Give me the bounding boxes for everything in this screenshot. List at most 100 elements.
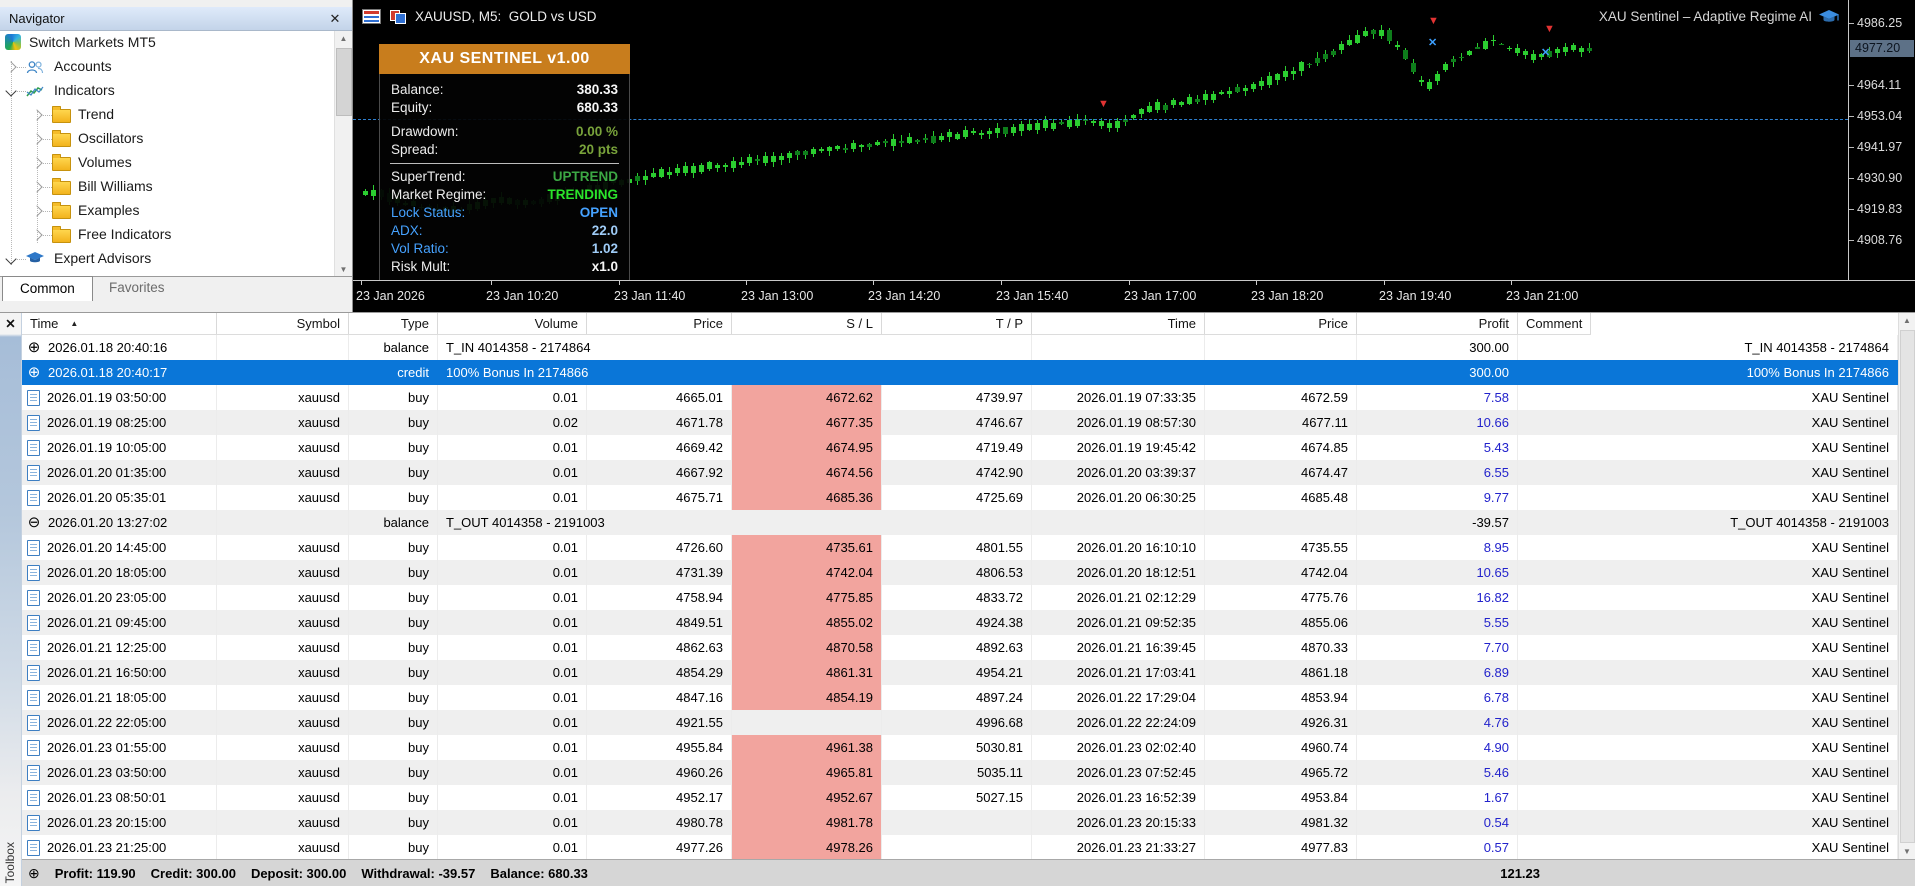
table-row[interactable]: 2026.01.23 08:50:01 xauusd buy 0.01 4952.17 4… — [22, 785, 1898, 810]
table-row[interactable]: 2026.01.19 03:50:00 xauusd buy 0.01 4665.01 4… — [22, 385, 1898, 410]
column-header-symbol[interactable]: Symbol — [217, 313, 349, 334]
column-header-price[interactable]: Price — [587, 313, 732, 334]
tree-item-trend[interactable]: Trend — [0, 103, 335, 127]
table-row[interactable]: ⊕ 2026.01.18 20:40:16 balance T_IN 4014358 … — [22, 335, 1898, 360]
cell-comment: 100% Bonus In 2174866 — [1746, 365, 1889, 380]
chevron-right-icon[interactable] — [5, 61, 17, 73]
column-header-comment[interactable]: Comment — [1518, 313, 1592, 334]
tree-item-indicators[interactable]: Indicators — [0, 79, 335, 103]
navigator-close-icon[interactable]: ✕ — [327, 11, 343, 27]
cell-volume: 0.01 — [438, 460, 587, 485]
scroll-up-icon[interactable]: ▲ — [1899, 313, 1915, 329]
cell-symbol: xauusd — [217, 710, 349, 735]
table-row[interactable]: 2026.01.23 01:55:00 xauusd buy 0.01 4955.84 4… — [22, 735, 1898, 760]
chevron-right-icon[interactable] — [31, 109, 43, 121]
time-tick-label: 23 Jan 11:40 — [614, 289, 686, 303]
column-header-time[interactable]: Time — [1032, 313, 1205, 334]
price-axis[interactable]: 4986.25 4964.11 4953.04 4941.97 4930.90 4919.… — [1848, 0, 1915, 281]
tree-item-switch-markets-mt5[interactable]: Switch Markets MT5 — [0, 31, 335, 55]
candle-body — [1067, 119, 1072, 128]
table-row[interactable]: 2026.01.19 10:05:00 xauusd buy 0.01 4669.42 4… — [22, 435, 1898, 460]
column-header-price[interactable]: Price — [1205, 313, 1357, 334]
table-row[interactable]: 2026.01.20 18:05:00 xauusd buy 0.01 4731.39 4… — [22, 560, 1898, 585]
table-row[interactable]: 2026.01.21 16:50:00 xauusd buy 0.01 4854.29 4… — [22, 660, 1898, 685]
table-row[interactable]: ⊖ 2026.01.20 13:27:02 balance T_OUT 4014358… — [22, 510, 1898, 535]
cell-profit: 0.54 — [1357, 810, 1518, 835]
navigator-tabs: Common Favorites — [0, 276, 352, 312]
cell-type: buy — [349, 760, 438, 785]
cell-type: buy — [349, 710, 438, 735]
cell-type: buy — [349, 485, 438, 510]
chevron-down-icon[interactable] — [5, 85, 17, 97]
candle-body — [819, 148, 824, 152]
candle-body — [1371, 29, 1376, 34]
table-row[interactable]: 2026.01.23 21:25:00 xauusd buy 0.01 4977.26 4… — [22, 835, 1898, 860]
chart-pane[interactable]: XAUUSD, M5: GOLD vs USD XAU Sentinel – A… — [353, 0, 1915, 312]
chevron-right-icon[interactable] — [31, 157, 43, 169]
table-row[interactable]: 2026.01.20 14:45:00 xauusd buy 0.01 4726.60 4… — [22, 535, 1898, 560]
panel-value: TRENDING — [547, 187, 619, 202]
column-header-s-l[interactable]: S / L — [732, 313, 882, 334]
scroll-down-icon[interactable]: ▼ — [335, 262, 352, 277]
candle-body — [859, 145, 864, 148]
cell-take-profit: 5027.15 — [882, 785, 1032, 810]
tree-item-examples[interactable]: Examples — [0, 199, 335, 223]
cell-symbol: xauusd — [217, 685, 349, 710]
cell-stop-loss: 4961.38 — [732, 735, 882, 760]
column-header-t-p[interactable]: T / P — [882, 313, 1032, 334]
cell-take-profit: 4742.90 — [882, 460, 1032, 485]
tree-item-free-indicators[interactable]: Free Indicators — [0, 223, 335, 247]
table-row[interactable]: 2026.01.21 18:05:00 xauusd buy 0.01 4847.16 4… — [22, 685, 1898, 710]
table-row[interactable]: 2026.01.21 09:45:00 xauusd buy 0.01 4849.51 4… — [22, 610, 1898, 635]
cell-open-price: 4952.17 — [587, 785, 732, 810]
tree-item-bill-williams[interactable]: Bill Williams — [0, 175, 335, 199]
time-tick-label: 23 Jan 13:00 — [741, 289, 814, 303]
tab-favorites[interactable]: Favorites — [92, 276, 182, 300]
column-header-profit[interactable]: Profit — [1357, 313, 1518, 334]
toolbox-vertical-tab[interactable]: Toolbox — [3, 842, 17, 883]
status-item-credit: Credit: 300.00 — [150, 865, 236, 881]
scrollbar-thumb[interactable] — [336, 48, 352, 116]
table-row[interactable]: 2026.01.20 05:35:01 xauusd buy 0.01 4675.71 4… — [22, 485, 1898, 510]
cell-time: ⊕ 2026.01.18 20:40:17 — [22, 360, 217, 385]
candle-body — [811, 148, 816, 155]
chevron-right-icon[interactable] — [31, 229, 43, 241]
candle-body — [971, 131, 976, 134]
tab-common[interactable]: Common — [2, 276, 93, 301]
scrollbar-thumb[interactable] — [1900, 330, 1915, 843]
tree-item-accounts[interactable]: Accounts — [0, 55, 335, 79]
time-axis[interactable]: 23 Jan 2026 23 Jan 10:20 23 Jan 11:40 23 Ja… — [353, 280, 1915, 312]
column-header-type[interactable]: Type — [349, 313, 438, 334]
table-row[interactable]: 2026.01.23 20:15:00 xauusd buy 0.01 4980.78 4… — [22, 810, 1898, 835]
table-row[interactable]: 2026.01.22 22:05:00 xauusd buy 0.01 4921.55 4… — [22, 710, 1898, 735]
panel-row-adx-: ADX: 22.0 — [380, 222, 629, 240]
chevron-right-icon[interactable] — [31, 205, 43, 217]
panel-label: Market Regime: — [391, 187, 487, 202]
deal-document-icon — [27, 689, 40, 706]
cell-volume: 0.01 — [438, 810, 587, 835]
chevron-down-icon[interactable] — [5, 253, 17, 265]
cell-stop-loss: 4735.61 — [732, 535, 882, 560]
toolbox-close-icon[interactable]: ✕ — [0, 316, 21, 331]
scroll-up-icon[interactable]: ▲ — [335, 31, 352, 46]
column-header-volume[interactable]: Volume — [438, 313, 587, 334]
column-header-time[interactable]: Time ▲ — [22, 313, 217, 334]
tree-item-label: Indicators — [54, 82, 115, 98]
navigator-tree: Switch Markets MT5 Accounts Indicators Tren… — [0, 31, 335, 277]
navigator-scrollbar[interactable]: ▲ ▼ — [334, 31, 352, 277]
scroll-down-icon[interactable]: ▼ — [1899, 844, 1915, 860]
tree-item-volumes[interactable]: Volumes — [0, 151, 335, 175]
chevron-right-icon[interactable] — [31, 133, 43, 145]
table-row[interactable]: 2026.01.23 03:50:00 xauusd buy 0.01 4960.26 4… — [22, 760, 1898, 785]
tree-guide-stub — [43, 187, 52, 188]
table-row[interactable]: 2026.01.20 01:35:00 xauusd buy 0.01 4667.92 4… — [22, 460, 1898, 485]
tree-item-oscillators[interactable]: Oscillators — [0, 127, 335, 151]
chevron-right-icon[interactable] — [31, 181, 43, 193]
cell-comment: XAU Sentinel — [1518, 760, 1898, 785]
tree-item-expert-advisors[interactable]: Expert Advisors — [0, 247, 335, 271]
table-row[interactable]: ⊕ 2026.01.18 20:40:17 credit 100% Bonus In … — [22, 360, 1898, 385]
table-row[interactable]: 2026.01.19 08:25:00 xauusd buy 0.02 4671.78 4… — [22, 410, 1898, 435]
table-row[interactable]: 2026.01.20 23:05:00 xauusd buy 0.01 4758.94 4… — [22, 585, 1898, 610]
toolbox-scrollbar[interactable]: ▲ ▼ — [1898, 313, 1915, 860]
table-row[interactable]: 2026.01.21 12:25:00 xauusd buy 0.01 4862.63 4… — [22, 635, 1898, 660]
